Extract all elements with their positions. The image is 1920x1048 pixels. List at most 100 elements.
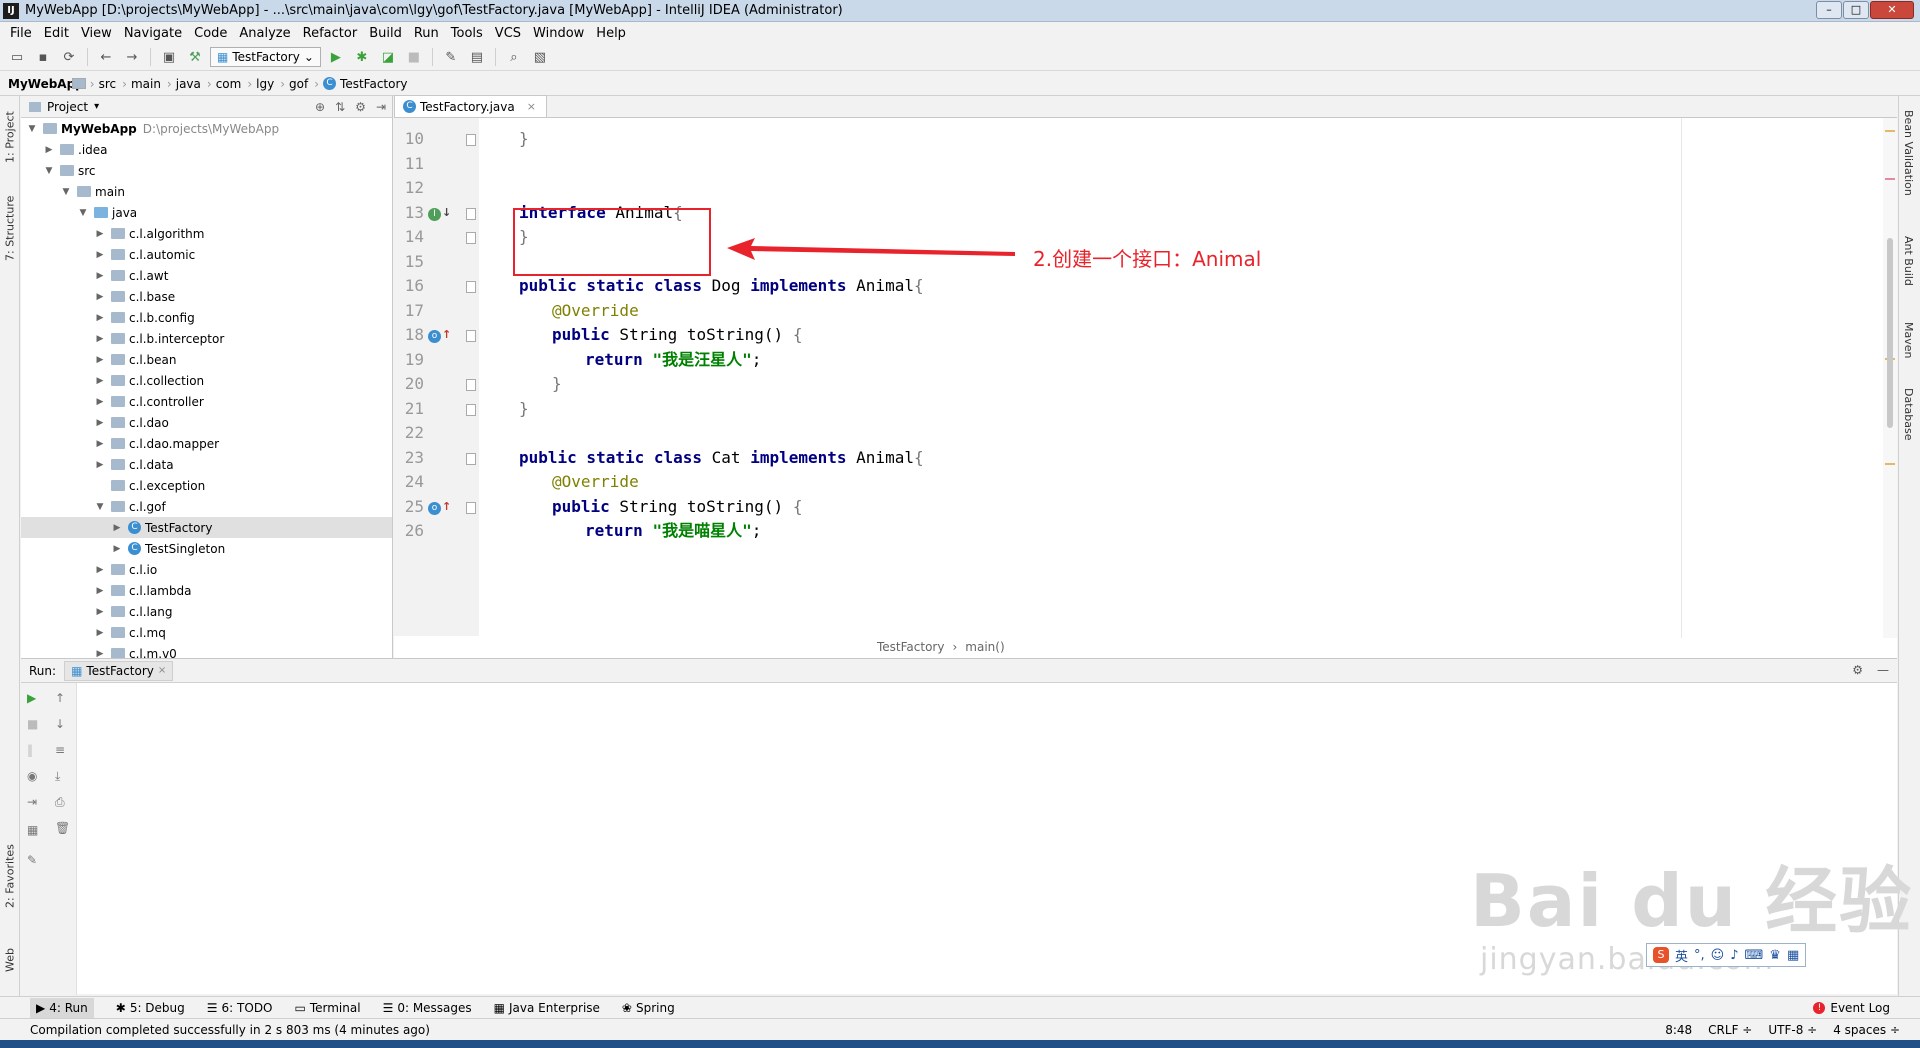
fold-marker-icon[interactable] (466, 281, 476, 293)
code-line[interactable]: return "我是喵星人"; (585, 516, 761, 546)
code-line[interactable]: return "我是汪星人"; (585, 345, 761, 375)
tree-item-c-l-automic[interactable]: ▶ c.l.automic (21, 244, 392, 265)
tree-item-c-l-lang[interactable]: ▶ c.l.lang (21, 601, 392, 622)
rerun-icon[interactable]: ▶ (27, 691, 36, 705)
menu-item-tools[interactable]: Tools (445, 26, 489, 41)
print-icon[interactable]: ⎙ (55, 795, 65, 810)
chevron-right-icon[interactable]: ▶ (93, 376, 107, 386)
close-button[interactable]: ✕ (1870, 1, 1914, 19)
stop-icon[interactable]: ■ (403, 47, 425, 67)
tree-item-c-l-gof[interactable]: ▼ c.l.gof (21, 496, 392, 517)
tab-testfactory-java[interactable]: C TestFactory.java × (394, 95, 547, 117)
tab-6-todo[interactable]: ☰ 6: TODO (207, 1001, 273, 1015)
build-hammer-icon[interactable]: ⚒ (184, 47, 206, 67)
breadcrumb-item-java[interactable]: java › (72, 77, 212, 91)
down-arrow-icon[interactable]: ↓ (55, 717, 65, 731)
tab-database[interactable]: Database (1902, 388, 1915, 441)
warning-marker[interactable] (1885, 463, 1895, 465)
code-line[interactable]: } (519, 394, 529, 424)
code-crumb-method[interactable]: main() (965, 640, 1004, 654)
menu-item-run[interactable]: Run (408, 26, 445, 41)
settings-wrench-icon[interactable]: ✎ (440, 47, 462, 67)
tree-item-c-l-data[interactable]: ▶ c.l.data (21, 454, 392, 475)
soft-wrap-icon[interactable]: ≡ (55, 743, 65, 757)
chevron-down-icon[interactable]: ▼ (42, 166, 56, 176)
collapse-icon[interactable]: ⇅ (335, 100, 345, 114)
chevron-right-icon[interactable]: ▶ (93, 313, 107, 323)
debug-icon[interactable]: ✱ (351, 47, 373, 67)
chevron-right-icon[interactable]: ▶ (93, 460, 107, 470)
project-structure-icon[interactable]: ▣ (158, 47, 180, 67)
run-icon[interactable]: ▶ (325, 47, 347, 67)
breadcrumb-item-testfactory[interactable]: C TestFactory (323, 77, 408, 91)
tab-bean-validation[interactable]: Bean Validation (1902, 110, 1915, 196)
tree-item-c-l-b-interceptor[interactable]: ▶ c.l.b.interceptor (21, 328, 392, 349)
pause-icon[interactable]: ‖ (27, 743, 33, 757)
maximize-button[interactable]: □ (1843, 1, 1869, 19)
pin-icon[interactable]: ✎ (27, 853, 37, 867)
tab-ant-build[interactable]: Ant Build (1902, 236, 1915, 286)
chevron-right-icon[interactable]: ▶ (93, 439, 107, 449)
tree-item-testsingleton[interactable]: ▶ C TestSingleton (21, 538, 392, 559)
tree-item-main[interactable]: ▼ main (21, 181, 392, 202)
tree-item-c-l-dao-mapper[interactable]: ▶ c.l.dao.mapper (21, 433, 392, 454)
indent-setting[interactable]: 4 spaces ÷ (1833, 1023, 1900, 1037)
tree-item-c-l-collection[interactable]: ▶ c.l.collection (21, 370, 392, 391)
chevron-right-icon[interactable]: ▶ (93, 565, 107, 575)
caret-position[interactable]: 8:48 (1665, 1023, 1692, 1037)
menu-item-analyze[interactable]: Analyze (233, 26, 296, 41)
line-separator[interactable]: CRLF ÷ (1708, 1023, 1752, 1037)
stop-icon[interactable]: ■ (27, 717, 38, 731)
fold-marker-icon[interactable] (466, 207, 476, 220)
chevron-right-icon[interactable]: ▶ (93, 229, 107, 239)
gear-icon[interactable]: ⚙ (1852, 663, 1863, 677)
tree-item-c-l-dao[interactable]: ▶ c.l.dao (21, 412, 392, 433)
fold-marker-icon[interactable] (466, 379, 476, 391)
menu-item-vcs[interactable]: VCS (489, 26, 527, 41)
exit-icon[interactable]: ⇥ (27, 795, 37, 809)
emoji-icon[interactable]: ☺ (1711, 948, 1725, 963)
tab-project[interactable]: 1: Project (1, 102, 19, 172)
editor-scrollbar[interactable] (1887, 238, 1893, 428)
menu-item-navigate[interactable]: Navigate (118, 26, 188, 41)
forward-arrow-icon[interactable]: → (121, 47, 143, 67)
chevron-right-icon[interactable]: ▶ (93, 250, 107, 260)
fold-marker-icon[interactable] (466, 452, 476, 465)
fold-marker-icon[interactable] (466, 501, 476, 514)
project-view-selector[interactable]: Project (47, 100, 88, 114)
layout-icon[interactable]: ▦ (27, 823, 38, 837)
event-log-button[interactable]: ! Event Log (1813, 1001, 1890, 1015)
open-folder-icon[interactable]: ▭ (6, 47, 28, 67)
code-crumb-class[interactable]: TestFactory (877, 640, 944, 654)
chevron-right-icon[interactable]: ▶ (110, 544, 124, 554)
tree-item-c-l-awt[interactable]: ▶ c.l.awt (21, 265, 392, 286)
tab-favorites[interactable]: 2: Favorites (1, 836, 19, 916)
tab-maven[interactable]: Maven (1902, 322, 1915, 358)
up-arrow-icon[interactable]: ↑ (55, 691, 65, 705)
tree-item-mywebapp[interactable]: ▼ MyWebApp D:\projects\MyWebApp (21, 118, 392, 139)
tree-item-c-l-mq[interactable]: ▶ c.l.mq (21, 622, 392, 643)
tree-item-c-l-controller[interactable]: ▶ c.l.controller (21, 391, 392, 412)
tab-spring[interactable]: ❀ Spring (622, 1001, 675, 1015)
tree-item-c-l-b-config[interactable]: ▶ c.l.b.config (21, 307, 392, 328)
ime-mode-label[interactable]: 英 (1675, 946, 1688, 965)
chevron-down-icon[interactable]: ▾ (94, 101, 99, 112)
fold-marker-icon[interactable] (466, 232, 476, 244)
minimize-button[interactable]: – (1816, 1, 1842, 19)
back-arrow-icon[interactable]: ← (95, 47, 117, 67)
microphone-icon[interactable]: ♪ (1730, 948, 1738, 963)
tree-item-c-l-algorithm[interactable]: ▶ c.l.algorithm (21, 223, 392, 244)
implemented-marker-icon[interactable]: I ↓ (428, 206, 451, 221)
gear-icon[interactable]: ⚙ (355, 100, 366, 114)
warning-marker[interactable] (1885, 178, 1895, 180)
breadcrumb-item-src[interactable]: src › (72, 77, 127, 91)
breadcrumb-item-com[interactable]: com › (72, 77, 252, 91)
tree-item-c-l-exception[interactable]: c.l.exception (21, 475, 392, 496)
trash-icon[interactable]: 🗑 (55, 821, 70, 835)
chevron-right-icon[interactable]: ▶ (93, 418, 107, 428)
dump-threads-icon[interactable]: ◉ (27, 769, 37, 783)
tab-java-enterprise[interactable]: ▦ Java Enterprise (494, 1001, 600, 1015)
tab-web[interactable]: Web (1, 938, 19, 982)
run-tab-testfactory[interactable]: ▦ TestFactory × (64, 660, 174, 681)
tree-item-testfactory[interactable]: ▶ C TestFactory (21, 517, 392, 538)
